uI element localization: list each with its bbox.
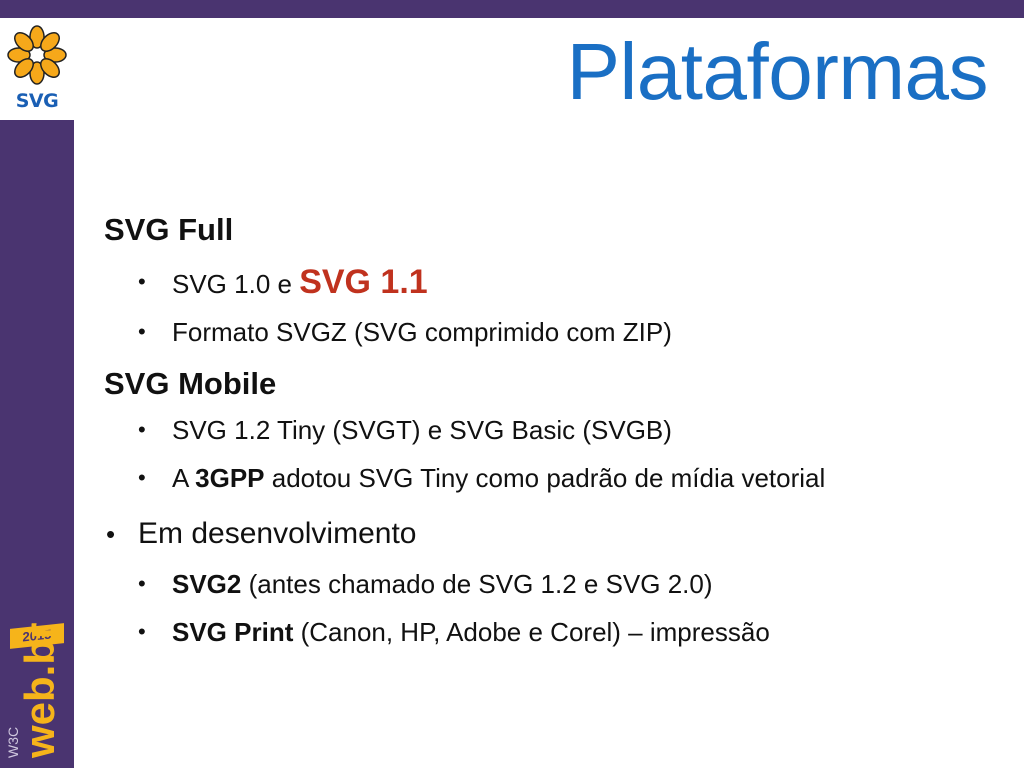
bullet-text: adotou SVG Tiny como padrão de mídia vet… bbox=[264, 463, 826, 493]
svg-logo: SVG bbox=[0, 18, 74, 120]
svg-text:web.br: web.br bbox=[16, 623, 63, 759]
bullet-text: SVG 1.0 e bbox=[172, 269, 300, 299]
bullet-em-desenvolvimento: Em desenvolvimento bbox=[104, 508, 1004, 560]
bullet-svg-versions: SVG 1.0 e SVG 1.1 bbox=[104, 258, 1004, 308]
highlight-svg-1-1: SVG 1.1 bbox=[299, 263, 428, 301]
bullet-3gpp: A 3GPP adotou SVG Tiny como padrão de mí… bbox=[104, 454, 1004, 502]
bullet-text: (Canon, HP, Adobe e Corel) – impressão bbox=[293, 617, 770, 647]
bullet-svg-tiny-basic: SVG 1.2 Tiny (SVGT) e SVG Basic (SVGB) bbox=[104, 406, 1004, 454]
bullet-text: (antes chamado de SVG 1.2 e SVG 2.0) bbox=[241, 569, 713, 599]
top-frame-bar bbox=[0, 0, 1024, 18]
slide-body: SVG Full SVG 1.0 e SVG 1.1 Formato SVGZ … bbox=[104, 208, 1004, 656]
bullet-svgz: Formato SVGZ (SVG comprimido com ZIP) bbox=[104, 308, 1004, 356]
svg-flower-icon bbox=[7, 25, 67, 85]
svg-logo-text: SVG bbox=[15, 90, 59, 112]
bullet-svg-print: SVG Print (Canon, HP, Adobe e Corel) – i… bbox=[104, 608, 1004, 656]
bold-svg-print: SVG Print bbox=[172, 617, 294, 647]
svg-text:W3C: W3C bbox=[5, 727, 21, 758]
bold-svg2: SVG2 bbox=[172, 569, 242, 599]
bullet-text: A bbox=[172, 463, 196, 493]
bold-3gpp: 3GPP bbox=[195, 463, 265, 493]
w3c-webbr-logo: web.br W3C bbox=[5, 623, 63, 759]
heading-svg-mobile: SVG Mobile bbox=[104, 366, 277, 401]
heading-svg-full: SVG Full bbox=[104, 212, 234, 247]
slide-title: Plataformas bbox=[566, 27, 989, 116]
bullet-svg2: SVG2 (antes chamado de SVG 1.2 e SVG 2.0… bbox=[104, 560, 1004, 608]
